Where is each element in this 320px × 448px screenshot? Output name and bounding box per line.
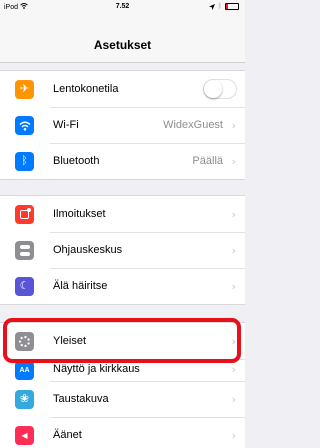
system-group: Ilmoitukset › Ohjauskeskus › ☾ Älä häiri… — [0, 195, 245, 305]
connectivity-group: ✈ Lentokonetila Wi-Fi WidexGuest › ᛒ Blu… — [0, 70, 245, 180]
settings-row-wifi[interactable]: Wi-Fi WidexGuest › — [0, 107, 245, 143]
chevron-right-icon: › — [231, 244, 236, 257]
battery-icon — [225, 3, 239, 10]
settings-row-label: Wi-Fi — [53, 119, 79, 131]
status-right: ᛒ — [208, 3, 239, 10]
navigation-bar: Asetukset — [0, 14, 245, 63]
wifi-network-value: WidexGuest — [163, 119, 223, 131]
toggle-knob — [204, 80, 222, 98]
settings-row-airplane-mode[interactable]: ✈ Lentokonetila — [0, 71, 245, 107]
location-icon — [208, 3, 215, 10]
settings-row-control-center[interactable]: Ohjauskeskus › — [0, 232, 245, 268]
settings-row-label: Yleiset — [53, 335, 87, 347]
settings-row-sounds[interactable]: ◀ Äänet › — [0, 417, 245, 448]
settings-screen: iPod 7.52 ᛒ Asetukset ✈ Lentokonetila Wi… — [0, 0, 245, 448]
wallpaper-icon: ❀ — [15, 390, 34, 409]
page-title: Asetukset — [93, 38, 152, 52]
settings-row-display[interactable]: AA Näyttö ja kirkkaus › — [0, 359, 245, 381]
display-icon: AA — [15, 361, 34, 380]
notifications-icon — [15, 205, 34, 224]
gear-icon — [15, 332, 34, 351]
chevron-right-icon: › — [231, 280, 236, 293]
bluetooth-status-value: Päällä — [192, 155, 223, 167]
chevron-right-icon: › — [231, 393, 236, 406]
settings-row-label: Äänet — [53, 429, 82, 441]
settings-row-label: Ohjauskeskus — [53, 244, 123, 256]
chevron-right-icon: › — [231, 335, 236, 348]
bluetooth-status-icon: ᛒ — [217, 3, 222, 10]
bluetooth-icon: ᛒ — [15, 152, 34, 171]
settings-row-label: Näyttö ja kirkkaus — [53, 363, 140, 375]
settings-row-label: Bluetooth — [53, 155, 100, 167]
chevron-right-icon: › — [231, 119, 236, 132]
settings-row-label: Lentokonetila — [53, 83, 119, 95]
settings-row-bluetooth[interactable]: ᛒ Bluetooth Päällä › — [0, 143, 245, 179]
wifi-icon — [15, 116, 34, 135]
settings-row-label: Älä häiritse — [53, 280, 108, 292]
general-group: Yleiset › AA Näyttö ja kirkkaus › ❀ Taus… — [0, 322, 245, 448]
speaker-icon: ◀ — [15, 426, 34, 445]
settings-row-general[interactable]: Yleiset › — [0, 323, 245, 359]
settings-row-label: Ilmoitukset — [53, 208, 106, 220]
chevron-right-icon: › — [231, 208, 236, 221]
moon-icon: ☾ — [15, 277, 34, 296]
settings-row-label: Taustakuva — [53, 393, 109, 405]
status-bar: iPod 7.52 ᛒ — [0, 0, 245, 14]
settings-row-wallpaper[interactable]: ❀ Taustakuva › — [0, 381, 245, 417]
chevron-right-icon: › — [231, 429, 236, 442]
settings-row-notifications[interactable]: Ilmoitukset › — [0, 196, 245, 232]
airplane-mode-toggle[interactable] — [203, 79, 237, 99]
settings-row-do-not-disturb[interactable]: ☾ Älä häiritse › — [0, 268, 245, 304]
chevron-right-icon: › — [231, 363, 236, 376]
control-center-icon — [15, 241, 34, 260]
airplane-icon: ✈ — [15, 80, 34, 99]
battery-fill — [226, 4, 228, 9]
chevron-right-icon: › — [231, 155, 236, 168]
